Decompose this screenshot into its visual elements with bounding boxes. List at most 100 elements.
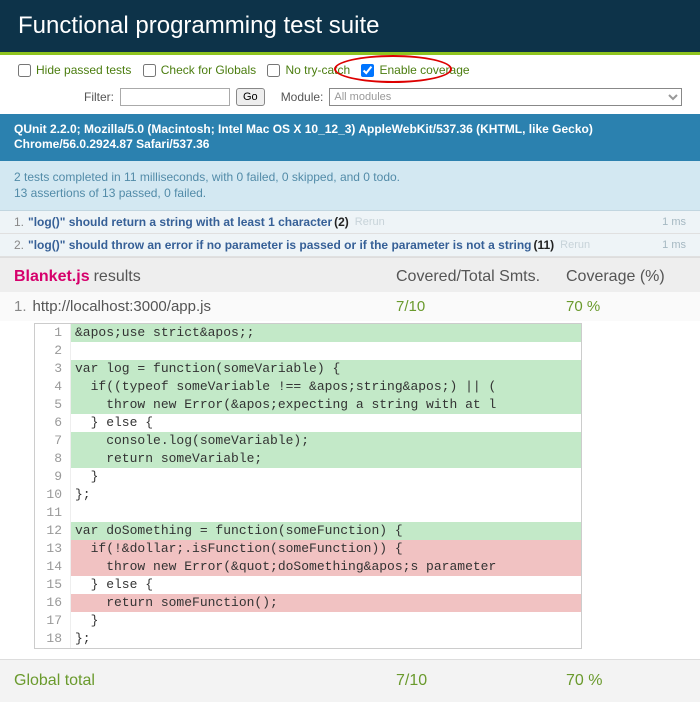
code-line: 1&apos;use strict&apos;; [35,324,581,342]
line-text: return someFunction(); [71,594,581,612]
blanket-col-coverage: Coverage (%) [566,268,686,286]
test-asserts: (11) [533,238,554,252]
check-globals-label[interactable]: Check for Globals [143,63,256,77]
line-number: 12 [35,522,71,540]
blanket-col-covered: Covered/Total Smts. [396,268,566,286]
line-text: } [71,612,581,630]
line-text: console.log(someVariable); [71,432,581,450]
user-agent: QUnit 2.2.0; Mozilla/5.0 (Macintosh; Int… [0,114,700,161]
code-line: 14 throw new Error(&quot;doSomething&apo… [35,558,581,576]
hide-passed-label[interactable]: Hide passed tests [18,63,131,77]
line-number: 17 [35,612,71,630]
enable-coverage-checkbox[interactable] [361,64,374,77]
code-line: 3var log = function(someVariable) { [35,360,581,378]
line-text: } else { [71,414,581,432]
line-text: throw new Error(&apos;expecting a string… [71,396,581,414]
code-line: 16 return someFunction(); [35,594,581,612]
line-number: 9 [35,468,71,486]
line-text: } else { [71,576,581,594]
hide-passed-text: Hide passed tests [36,63,131,77]
line-number: 15 [35,576,71,594]
code-line: 4 if((typeof someVariable !== &apos;stri… [35,378,581,396]
code-line: 18}; [35,630,581,648]
code-line: 11 [35,504,581,522]
line-number: 7 [35,432,71,450]
test-time: 1 ms [662,216,686,228]
line-text: } [71,468,581,486]
file-covered: 7/10 [396,298,566,315]
check-globals-text: Check for Globals [161,63,256,77]
code-line: 10}; [35,486,581,504]
line-number: 5 [35,396,71,414]
line-number: 3 [35,360,71,378]
line-number: 6 [35,414,71,432]
line-text: throw new Error(&quot;doSomething&apos;s… [71,558,581,576]
test-name: "log()" should return a string with at l… [28,215,332,229]
test-index: 2. [14,238,24,252]
line-text: if((typeof someVariable !== &apos;string… [71,378,581,396]
code-line: 9 } [35,468,581,486]
filter-label: Filter: [84,90,114,104]
test-row[interactable]: 1. "log()" should return a string with a… [0,211,700,234]
line-number: 11 [35,504,71,522]
coverage-file-row[interactable]: 1. http://localhost:3000/app.js 7/10 70 … [0,292,700,321]
line-text: return someVariable; [71,450,581,468]
test-asserts: (2) [334,215,349,229]
no-trycatch-text: No try-catch [285,63,350,77]
filter-input[interactable] [120,88,230,106]
qunit-toolbar: Hide passed tests Check for Globals No t… [0,55,700,84]
rerun-link[interactable]: Rerun [355,216,385,228]
line-number: 2 [35,342,71,360]
code-line: 7 console.log(someVariable); [35,432,581,450]
test-summary: 2 tests completed in 11 milliseconds, wi… [0,161,700,212]
module-select[interactable]: All modules [329,88,682,106]
blanket-header: Blanket.js results Covered/Total Smts. C… [0,257,700,292]
line-text: var doSomething = function(someFunction)… [71,522,581,540]
line-number: 16 [35,594,71,612]
test-row[interactable]: 2. "log()" should throw an error if no p… [0,234,700,257]
code-line: 17 } [35,612,581,630]
code-line: 13 if(!&dollar;.isFunction(someFunction)… [35,540,581,558]
line-number: 8 [35,450,71,468]
global-total-pct: 70 % [566,672,686,690]
blanket-results-label: results [94,268,141,286]
line-number: 1 [35,324,71,342]
enable-coverage-text: Enable coverage [379,63,469,77]
line-number: 10 [35,486,71,504]
line-number: 4 [35,378,71,396]
line-text [71,504,581,522]
line-number: 18 [35,630,71,648]
rerun-link[interactable]: Rerun [560,239,590,251]
code-line: 2 [35,342,581,360]
test-list: 1. "log()" should return a string with a… [0,211,700,257]
line-text: }; [71,486,581,504]
no-trycatch-checkbox[interactable] [267,64,280,77]
page-header: Functional programming test suite [0,0,700,55]
summary-line1: 2 tests completed in 11 milliseconds, wi… [14,169,686,186]
filter-bar: Filter: Go Module: All modules [0,84,700,114]
code-line: 15 } else { [35,576,581,594]
line-text: }; [71,630,581,648]
line-text: if(!&dollar;.isFunction(someFunction)) { [71,540,581,558]
line-text: &apos;use strict&apos;; [71,324,581,342]
line-text: var log = function(someVariable) { [71,360,581,378]
no-trycatch-label[interactable]: No try-catch [267,63,350,77]
code-line: 8 return someVariable; [35,450,581,468]
page-title: Functional programming test suite [18,12,682,40]
module-label: Module: [281,90,324,104]
file-index: 1. [14,298,27,315]
blanket-brand: Blanket.js [14,268,90,286]
test-name: "log()" should throw an error if no para… [28,238,531,252]
hide-passed-checkbox[interactable] [18,64,31,77]
test-time: 1 ms [662,239,686,251]
global-total-covered: 7/10 [396,672,566,690]
file-pct: 70 % [566,298,686,315]
code-line: 5 throw new Error(&apos;expecting a stri… [35,396,581,414]
go-button[interactable]: Go [236,88,265,106]
line-number: 14 [35,558,71,576]
source-code: 1&apos;use strict&apos;;23var log = func… [34,323,582,649]
summary-line2: 13 assertions of 13 passed, 0 failed. [14,185,686,202]
enable-coverage-label[interactable]: Enable coverage [361,63,469,77]
check-globals-checkbox[interactable] [143,64,156,77]
global-total-label: Global total [14,672,95,690]
